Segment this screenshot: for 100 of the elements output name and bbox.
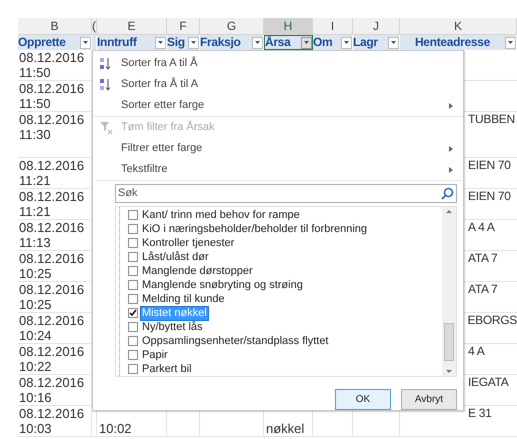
column-header[interactable]: ( — [92, 18, 97, 34]
table-cell-text: 11:50 — [19, 96, 52, 111]
dropdown-caret-icon — [391, 41, 396, 44]
table-cell-text: 08.12.2016 — [19, 81, 86, 96]
scroll-down-icon[interactable] — [446, 370, 452, 373]
list-item[interactable]: Parkert bil — [141, 362, 193, 376]
menu-item[interactable]: Sorter fra A til Å — [93, 53, 463, 74]
menu-item[interactable]: Sorter fra Å til A — [93, 74, 463, 95]
table-cell-text: 08.12.2016 — [19, 282, 86, 297]
table-cell: EBORGS — [467, 313, 517, 328]
checkbox[interactable] — [128, 294, 138, 304]
header-cell-text: Henteadresse — [414, 35, 492, 50]
list-item[interactable]: Låst/ulåst dør — [141, 250, 210, 264]
table-cell-text: TUBBEN — [468, 112, 516, 127]
scroll-up-icon[interactable] — [446, 210, 452, 214]
header-cell-text: Om — [313, 35, 334, 50]
filter-button[interactable] — [388, 36, 399, 48]
table-cell-text: 10:25 — [19, 266, 53, 281]
search-icon — [441, 187, 454, 200]
filter-button[interactable] — [252, 36, 263, 48]
list-item[interactable]: Manglende snøbryting og strøing — [141, 278, 304, 292]
scrollbar[interactable] — [442, 207, 456, 376]
table-cell-text: 11:21 — [19, 173, 52, 188]
menu-item[interactable]: Sorter etter farge — [93, 95, 463, 116]
header-cell-text: Lagr — [353, 35, 379, 50]
dialog-button[interactable]: Avbryt — [401, 389, 457, 410]
sort-icon — [99, 56, 113, 70]
dropdown-caret-icon — [255, 41, 260, 44]
list-item[interactable]: Papir — [141, 348, 169, 362]
search-field[interactable]: Søk — [115, 184, 457, 204]
table-cell-text: 08.12.2016 — [19, 158, 86, 173]
table-cell-text: 11:30 — [19, 127, 52, 142]
column-header[interactable]: F — [167, 18, 200, 34]
dropdown-caret-icon — [83, 41, 88, 44]
table-cell-text: 10:25 — [19, 297, 53, 312]
header-cell-text: Opprette — [18, 35, 67, 50]
table-cell-text: A 4 A — [468, 220, 496, 235]
checkbox[interactable] — [128, 238, 138, 248]
submenu-arrow-icon — [449, 166, 453, 172]
table-cell-text: 10:22 — [19, 359, 53, 374]
checkbox[interactable] — [128, 210, 138, 220]
checkbox[interactable] — [128, 350, 138, 360]
dropdown-caret-icon — [508, 41, 513, 44]
filter-button[interactable] — [341, 36, 352, 48]
checkbox[interactable] — [128, 224, 138, 234]
list-item[interactable]: Manglende dørstopper — [141, 264, 254, 278]
table-cell-text: 08.12.2016 — [19, 220, 86, 235]
table-cell-text: 11:50 — [19, 65, 52, 80]
filter-button[interactable] — [188, 36, 199, 48]
dropdown-caret-icon — [344, 41, 349, 44]
header-cell-text: Inntruff — [97, 35, 138, 50]
table-cell-text: 4 A — [468, 344, 486, 359]
table-cell-text: 10:16 — [19, 390, 53, 405]
list-item[interactable]: Kant/ trinn med behov for rampe — [141, 208, 301, 222]
list-item[interactable]: Melding til kunde — [141, 292, 226, 306]
table-cell-text: 11:21 — [19, 204, 52, 219]
header-cell-text: Sig — [167, 35, 186, 50]
column-header[interactable]: E — [97, 18, 167, 34]
menu-item[interactable]: Filtrer etter farge — [93, 138, 463, 159]
table-cell-text: 10:24 — [19, 328, 53, 343]
scrollbar-thumb[interactable] — [444, 322, 454, 361]
filter-button[interactable] — [505, 36, 516, 48]
filter-button[interactable] — [80, 36, 91, 48]
filter-button[interactable] — [301, 36, 312, 48]
table-cell-text: 08.12.2016 — [19, 406, 86, 421]
table-cell-text: E 31 — [468, 406, 492, 421]
column-header[interactable]: I — [313, 18, 353, 34]
checkbox[interactable] — [128, 308, 138, 318]
header-cell-text: Fraksjo — [200, 35, 242, 50]
dropdown-caret-icon — [304, 41, 309, 44]
table-cell-text: 11:13 — [19, 235, 52, 250]
list-item[interactable]: KiO i næringsbeholder/beholder til forbrenning — [141, 222, 368, 236]
checkbox[interactable] — [128, 364, 138, 374]
list-item[interactable]: Ny/byttet lås — [141, 320, 204, 334]
table-cell-text: 10:03 — [19, 421, 53, 436]
dropdown-caret-icon — [158, 41, 163, 44]
search-input[interactable]: Søk — [118, 185, 441, 202]
checkbox[interactable] — [128, 280, 138, 290]
table-cell-text: 08.12.2016 — [19, 344, 86, 359]
table-cell-text: EIEN 70 — [468, 158, 512, 173]
checkbox[interactable] — [128, 336, 138, 346]
column-header[interactable]: H — [264, 18, 313, 34]
sort-icon — [99, 78, 113, 92]
dialog-button[interactable]: OK — [335, 389, 391, 410]
table-cell-text: 08.12.2016 — [19, 251, 86, 266]
submenu-arrow-icon — [449, 146, 453, 152]
table-cell-text: 08.12.2016 — [19, 313, 86, 328]
checkbox[interactable] — [128, 252, 138, 262]
table-cell-text: ATA 7 — [468, 282, 498, 297]
filter-button[interactable] — [155, 36, 166, 48]
column-header[interactable]: B — [18, 18, 92, 34]
column-header[interactable]: K — [400, 18, 517, 34]
list-item[interactable]: Kontroller tjenester — [141, 236, 236, 250]
column-header[interactable]: J — [353, 18, 400, 34]
checkbox[interactable] — [128, 322, 138, 332]
table-cell-text: 08.12.2016 — [19, 189, 86, 204]
list-item[interactable]: Oppsamlingsenheter/standplass flyttet — [141, 334, 330, 348]
menu-item[interactable]: Tekstfiltre — [93, 159, 463, 180]
table-cell-text: 08.12.2016 — [19, 112, 86, 127]
checkbox[interactable] — [128, 266, 138, 276]
